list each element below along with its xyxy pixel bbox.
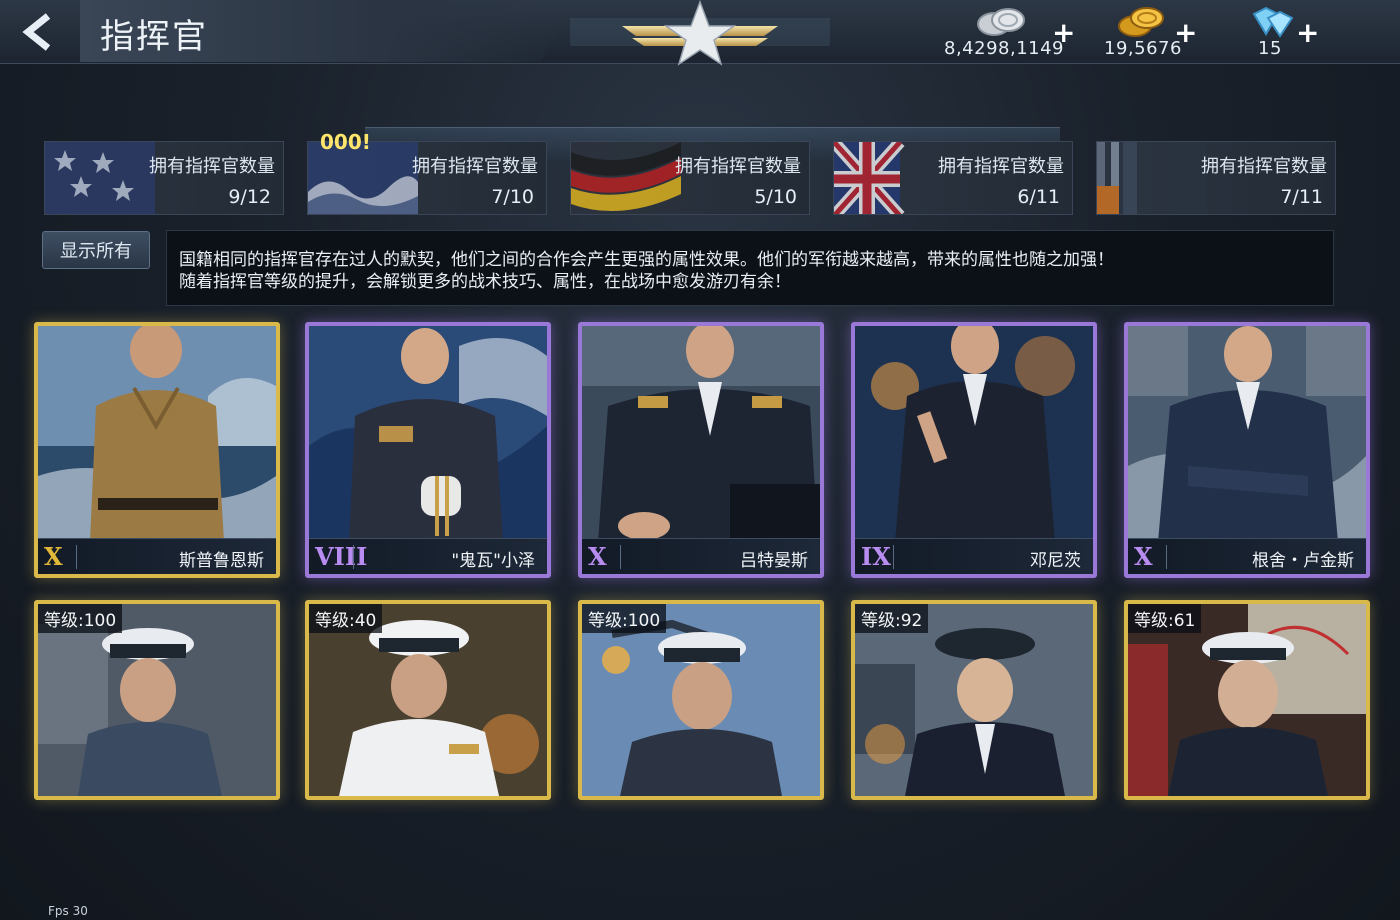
fps-counter: Fps 30 (48, 904, 88, 918)
scan-tag: 000! (320, 130, 371, 154)
commander-name: 吕特晏斯 (740, 551, 808, 571)
nation-count: 7/11 (1280, 186, 1323, 208)
back-button[interactable] (14, 10, 66, 54)
add-diamond-button[interactable]: + (1296, 16, 1319, 49)
description-line-2: 随着指挥官等级的提升，会解锁更多的战术技巧、属性，在战场中愈发游刃有余！ (179, 272, 791, 292)
rank-divider (893, 545, 894, 569)
germany-flag-icon (571, 142, 681, 214)
silver-currency: 8,4298,1149 (944, 4, 1064, 62)
add-silver-button[interactable]: + (1052, 16, 1075, 49)
description-line-1: 国籍相同的指挥官存在过人的默契，他们之间的合作会产生更强的属性效果。他们的军衔越… (179, 250, 1114, 270)
commander-card-level-40[interactable]: 等级:40 (305, 600, 551, 800)
gold-amount: 19,5676 (1104, 38, 1182, 59)
top-bar: 指挥官 8,4298,1149 + 19,5676 + 15 + (0, 0, 1400, 66)
commander-card-level-100-b[interactable]: 等级:100 (578, 600, 824, 800)
nation-count: 9/12 (228, 186, 271, 208)
description-box: 国籍相同的指挥官存在过人的默契，他们之间的合作会产生更强的属性效果。他们的军衔越… (166, 230, 1334, 306)
nation-card-usa[interactable]: 拥有指挥官数量 9/12 (44, 141, 284, 215)
commander-portrait-pointing-icon (855, 326, 1093, 542)
commander-name: 邓尼茨 (1030, 551, 1081, 571)
commander-level: 等级:40 (309, 604, 383, 633)
commander-name: 根舍・卢金斯 (1252, 551, 1354, 571)
commander-card-level-61[interactable]: 等级:61 (1124, 600, 1370, 800)
diamond-currency: 15 (1240, 4, 1300, 62)
add-gold-button[interactable]: + (1174, 16, 1197, 49)
commander-name-bar: IX 邓尼茨 (855, 538, 1093, 574)
commander-name: "鬼瓦"小泽 (451, 551, 535, 571)
page-title: 指挥官 (100, 17, 208, 57)
diamond-amount: 15 (1258, 38, 1282, 59)
nation-label: 拥有指挥官数量 (938, 156, 1064, 177)
rank-divider (1166, 545, 1167, 569)
commander-card-level-100-a[interactable]: 等级:100 (34, 600, 280, 800)
nation-card-uk[interactable]: 拥有指挥官数量 6/11 (833, 141, 1073, 215)
commander-rank: X (1134, 542, 1153, 571)
silver-coins-icon (977, 8, 1025, 36)
commander-rank: X (44, 542, 63, 571)
commander-name-bar: VIII "鬼瓦"小泽 (309, 538, 547, 574)
commander-name-bar: X 根舍・卢金斯 (1128, 538, 1366, 574)
nation-count: 5/10 (754, 186, 797, 208)
diamond-gems-icon (1252, 6, 1294, 38)
nation-card-other[interactable]: 拥有指挥官数量 7/11 (1096, 141, 1336, 215)
commander-rank: X (588, 542, 607, 571)
commander-level: 等级:61 (1128, 604, 1202, 633)
silver-amount: 8,4298,1149 (944, 38, 1065, 59)
back-arrow-icon (22, 13, 51, 51)
uk-flag-icon (834, 142, 905, 214)
nation-count: 7/10 (491, 186, 534, 208)
commander-name-bar: X 斯普鲁恩斯 (38, 538, 276, 574)
other-nation-flag-icon (1097, 142, 1207, 214)
commander-portrait-navy-coat-icon (582, 326, 820, 542)
commander-name: 斯普鲁恩斯 (179, 551, 264, 571)
commander-level: 等级:92 (855, 604, 929, 633)
commander-portrait-dark-uniform-icon (309, 326, 547, 542)
commander-portrait-arms-crossed-icon (1128, 326, 1366, 542)
show-all-button[interactable]: 显示所有 (42, 231, 150, 269)
commander-card-donitz[interactable]: IX 邓尼茨 (851, 322, 1097, 578)
usa-flag-icon (45, 142, 155, 214)
nation-count: 6/11 (1017, 186, 1060, 208)
commander-rank: IX (861, 542, 891, 571)
nation-label: 拥有指挥官数量 (412, 156, 538, 177)
commander-card-ozawa[interactable]: VIII "鬼瓦"小泽 (305, 322, 551, 578)
gold-coins-icon (1117, 7, 1164, 37)
nation-label: 拥有指挥官数量 (149, 156, 275, 177)
nation-card-germany[interactable]: 拥有指挥官数量 5/10 (570, 141, 810, 215)
commander-card-lutjens-2[interactable]: X 根舍・卢金斯 (1124, 322, 1370, 578)
nation-label: 拥有指挥官数量 (1201, 156, 1327, 177)
commander-card-spruance[interactable]: X 斯普鲁恩斯 (34, 322, 280, 578)
rank-star-emblem-icon (570, 0, 830, 66)
rank-divider (620, 545, 621, 569)
rank-divider (353, 545, 354, 569)
rank-divider (76, 545, 77, 569)
commander-name-bar: X 吕特晏斯 (582, 538, 820, 574)
commander-level: 等级:100 (38, 604, 123, 633)
gold-currency: 19,5676 (1104, 4, 1182, 62)
nation-label: 拥有指挥官数量 (675, 156, 801, 177)
commander-portrait-khaki-icon (38, 326, 276, 542)
commander-rank: VIII (315, 542, 368, 571)
commander-card-lutjens[interactable]: X 吕特晏斯 (578, 322, 824, 578)
commander-card-level-92[interactable]: 等级:92 (851, 600, 1097, 800)
commander-level: 等级:100 (582, 604, 667, 633)
